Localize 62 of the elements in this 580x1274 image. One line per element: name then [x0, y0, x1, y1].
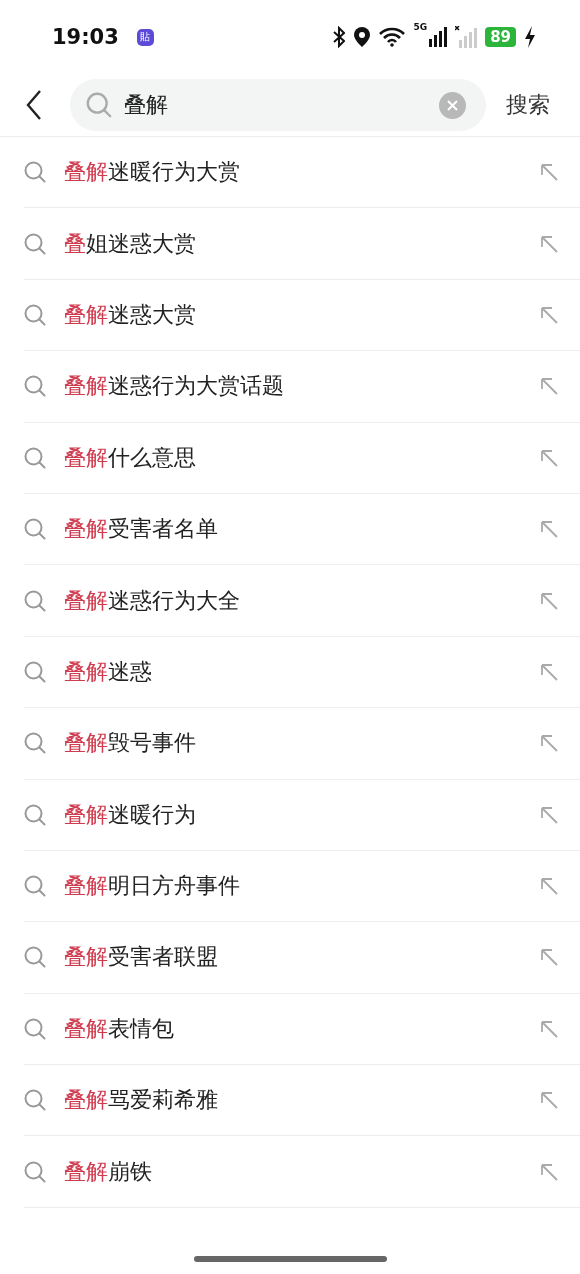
search-icon — [24, 303, 46, 326]
search-icon — [24, 875, 46, 898]
fill-in-arrow-icon[interactable] — [540, 520, 558, 539]
suggestion-text[interactable]: 叠解迷惑大赏 — [64, 299, 540, 330]
suggestion-text[interactable]: 叠解骂爱莉希雅 — [64, 1085, 540, 1116]
search-icon — [24, 375, 46, 398]
search-icon — [24, 946, 46, 969]
fill-in-arrow-icon[interactable] — [540, 377, 558, 396]
fill-in-arrow-icon[interactable] — [540, 948, 558, 967]
suggestion-text[interactable]: 叠解什么意思 — [64, 442, 540, 473]
network-label: 5G — [413, 22, 428, 32]
wifi-icon — [379, 27, 406, 47]
fill-in-arrow-icon[interactable] — [540, 1091, 558, 1110]
search-field[interactable]: 叠解 — [70, 79, 486, 131]
suggestion-text[interactable]: 叠解崩铁 — [64, 1156, 540, 1187]
search-icon — [24, 161, 46, 184]
suggestion-text[interactable]: 叠解迷惑 — [64, 656, 540, 687]
search-icon — [24, 1089, 46, 1112]
signal-icon — [429, 27, 448, 47]
bluetooth-icon — [333, 26, 346, 48]
search-button[interactable]: 搜索 — [506, 90, 550, 120]
search-query: 叠解 — [124, 91, 169, 119]
suggestion-text[interactable]: 叠姐迷惑大赏 — [64, 228, 540, 259]
close-icon — [447, 99, 458, 111]
search-icon — [24, 732, 46, 755]
status-time: 19:03 — [52, 25, 119, 49]
suggestion-text[interactable]: 叠解受害者名单 — [64, 514, 540, 545]
search-icon — [24, 660, 46, 683]
fill-in-arrow-icon[interactable] — [540, 163, 558, 182]
fill-in-arrow-icon[interactable] — [540, 234, 558, 253]
suggestion-text[interactable]: 叠解毁号事件 — [64, 728, 540, 759]
search-icon — [24, 1160, 46, 1183]
fill-in-arrow-icon[interactable] — [540, 1162, 558, 1181]
search-icon — [86, 92, 112, 118]
search-icon — [24, 232, 46, 255]
search-icon — [24, 1017, 46, 1040]
suggestion-text[interactable]: 叠解受害者联盟 — [64, 942, 540, 973]
location-icon — [353, 26, 372, 48]
fill-in-arrow-icon[interactable] — [540, 1019, 558, 1038]
search-icon — [24, 446, 46, 469]
suggestion-text[interactable]: 叠解迷暖行为大赏 — [64, 157, 540, 188]
back-icon — [26, 90, 42, 120]
suggestion-text[interactable]: 叠解明日方舟事件 — [64, 871, 540, 902]
suggestion-text[interactable]: 叠解迷惑行为大全 — [64, 585, 540, 616]
battery-level: 89 — [485, 27, 516, 47]
fill-in-arrow-icon[interactable] — [540, 305, 558, 324]
suggestion-text[interactable]: 叠解迷暖行为 — [64, 799, 540, 830]
fill-in-arrow-icon[interactable] — [540, 591, 558, 610]
signal-icon — [455, 26, 478, 48]
search-icon — [24, 803, 46, 826]
suggestion-text[interactable]: 叠解迷惑行为大赏话题 — [64, 371, 540, 402]
fill-in-arrow-icon[interactable] — [540, 877, 558, 896]
fill-in-arrow-icon[interactable] — [540, 734, 558, 753]
fill-in-arrow-icon[interactable] — [540, 805, 558, 824]
fill-in-arrow-icon[interactable] — [540, 448, 558, 467]
charging-icon — [524, 26, 536, 48]
search-icon — [24, 518, 46, 541]
clear-button[interactable] — [439, 91, 466, 119]
fill-in-arrow-icon[interactable] — [540, 662, 558, 681]
suggestion-text[interactable]: 叠解表情包 — [64, 1013, 540, 1044]
search-icon — [24, 589, 46, 612]
app-badge-icon: 貼 — [136, 28, 154, 46]
